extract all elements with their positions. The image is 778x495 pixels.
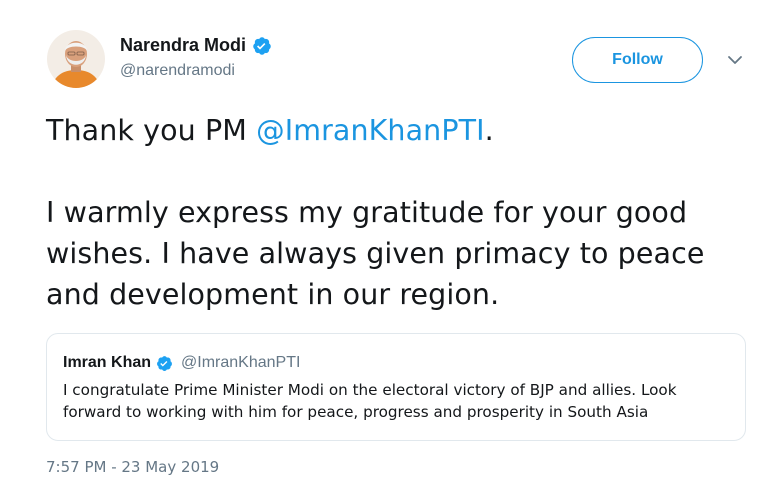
- quoted-tweet-text: I congratulate Prime Minister Modi on th…: [63, 381, 677, 421]
- tweet-line-1: Thank you PM @ImranKhanPTI.: [46, 110, 756, 151]
- verified-badge-icon: [252, 36, 272, 56]
- tweet-text: Thank you PM @ImranKhanPTI. I warmly exp…: [46, 110, 756, 315]
- tweet-card: Narendra Modi @narendramodi Follow Thank…: [0, 0, 778, 495]
- chevron-down-icon[interactable]: [725, 53, 745, 67]
- quoted-tweet[interactable]: Imran Khan @ImranKhanPTI I congratulate …: [46, 333, 746, 441]
- avatar[interactable]: [47, 30, 105, 88]
- author-block: Narendra Modi @narendramodi: [120, 33, 272, 80]
- tweet-paragraph-2: I warmly express my gratitude for your g…: [46, 196, 705, 311]
- quoted-tweet-header: Imran Khan @ImranKhanPTI: [63, 352, 729, 374]
- quoted-author-name: Imran Khan: [63, 354, 152, 371]
- mention-link[interactable]: @ImranKhanPTI: [256, 114, 485, 147]
- verified-badge-icon: [156, 355, 173, 372]
- follow-button[interactable]: Follow: [572, 37, 703, 83]
- quoted-author-handle: @ImranKhanPTI: [181, 354, 301, 371]
- avatar-portrait-icon: [47, 30, 105, 88]
- tweet-text-prefix: Thank you PM: [46, 114, 257, 147]
- author-name[interactable]: Narendra Modi: [120, 33, 246, 57]
- timestamp[interactable]: 7:57 PM - 23 May 2019: [46, 458, 219, 476]
- author-name-row: Narendra Modi: [120, 33, 272, 57]
- author-handle[interactable]: @narendramodi: [120, 62, 272, 80]
- tweet-text-suffix: .: [484, 114, 494, 147]
